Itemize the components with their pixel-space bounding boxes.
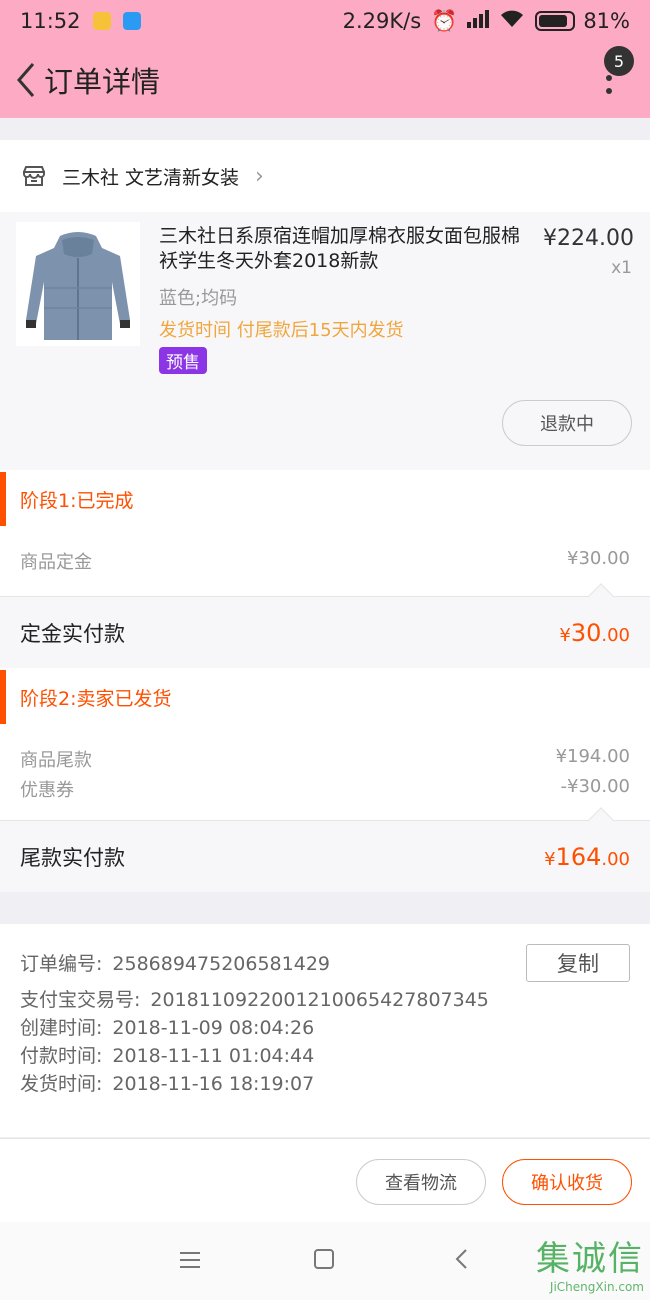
balance-paid-row: 尾款实付款 ¥164.00 — [0, 807, 650, 892]
shipped-time-row: 发货时间: 2018-11-16 18:19:07 — [20, 1070, 630, 1098]
message-badge: 5 — [604, 46, 634, 76]
paid-time-row: 付款时间: 2018-11-11 01:04:44 — [20, 1042, 630, 1070]
deposit-paid-amount: ¥30.00 — [559, 618, 630, 647]
copy-button[interactable]: 复制 — [526, 944, 630, 982]
wifi-icon — [499, 9, 525, 34]
menu-icon[interactable] — [178, 1248, 202, 1276]
stage1-title: 阶段1:已完成 — [0, 470, 650, 528]
qq-icon — [122, 12, 141, 30]
refund-status-button[interactable]: 退款中 — [502, 400, 632, 446]
status-bar: 11:52 2.29K/s ⏰ 81% — [0, 0, 650, 42]
order-info-section: 复制 订单编号: 258689475206581429 支付宝交易号: 2018… — [0, 924, 650, 1137]
created-time: 2018-11-09 08:04:26 — [112, 1017, 315, 1039]
info-key: 创建时间: — [20, 1017, 103, 1039]
status-time: 11:52 — [20, 9, 81, 33]
watermark-url: JiChengXin.com — [549, 1280, 644, 1294]
balance-paid-label: 尾款实付款 — [20, 845, 125, 870]
stage2-row: 商品尾款 ¥194.00 — [0, 746, 650, 772]
weibo-icon — [92, 12, 111, 30]
back-nav-icon[interactable] — [454, 1248, 468, 1276]
confirm-receipt-button[interactable]: 确认收货 — [502, 1159, 632, 1205]
stage2-row: 优惠券 -¥30.00 — [0, 776, 650, 802]
coupon-value: -¥30.00 — [560, 776, 630, 797]
watermark-text: 集诚信 — [536, 1239, 644, 1279]
product-title: 三木社日系原宿连帽加厚棉衣服女面包服棉袄学生冬天外套2018新款 — [159, 225, 521, 272]
network-speed: 2.29K/s — [342, 9, 422, 33]
shop-name: 三木社 文艺清新女装 — [62, 166, 240, 189]
battery-percent: 81% — [583, 9, 630, 33]
chevron-right-icon: › — [255, 163, 264, 189]
shipped-time: 2018-11-16 18:19:07 — [112, 1073, 315, 1095]
product-price: ¥224.00 — [543, 226, 634, 251]
deposit-label: 商品定金 — [20, 552, 92, 573]
battery-icon — [535, 11, 576, 31]
created-time-row: 创建时间: 2018-11-09 08:04:26 — [20, 1014, 630, 1042]
alipay-trade-number: 2018110922001210065427807345 — [150, 989, 489, 1011]
nav-bar: 订单详情 5 — [0, 42, 650, 118]
paid-time: 2018-11-11 01:04:44 — [112, 1045, 315, 1067]
coupon-label: 优惠券 — [20, 780, 74, 801]
stage1-row: 商品定金 ¥30.00 — [0, 548, 650, 574]
back-icon[interactable] — [6, 42, 46, 118]
ship-time-note: 发货时间 付尾款后15天内发货 — [159, 320, 404, 341]
signal-icon — [467, 9, 490, 33]
deposit-paid-row: 定金实付款 ¥30.00 — [0, 583, 650, 668]
product-card[interactable]: 三木社日系原宿连帽加厚棉衣服女面包服棉袄学生冬天外套2018新款 ¥224.00… — [0, 212, 650, 470]
action-bar: 查看物流 确认收货 — [0, 1138, 650, 1222]
alipay-trade-row: 支付宝交易号: 2018110922001210065427807345 — [20, 986, 630, 1014]
info-key: 发货时间: — [20, 1073, 103, 1095]
deposit-value: ¥30.00 — [567, 548, 630, 569]
info-key: 订单编号: — [20, 953, 103, 975]
stage2-title: 阶段2:卖家已发货 — [0, 668, 650, 726]
home-icon[interactable] — [313, 1248, 335, 1276]
product-image — [16, 222, 140, 346]
balance-value: ¥194.00 — [555, 746, 630, 767]
info-key: 付款时间: — [20, 1045, 103, 1067]
balance-paid-amount: ¥164.00 — [544, 842, 630, 871]
page-title: 订单详情 — [44, 65, 161, 99]
product-spec: 蓝色;均码 — [159, 288, 238, 309]
stage2-section: 阶段2:卖家已发货 商品尾款 ¥194.00 优惠券 -¥30.00 — [0, 668, 650, 820]
deposit-paid-label: 定金实付款 — [20, 621, 125, 646]
info-key: 支付宝交易号: — [20, 989, 141, 1011]
stage1-section: 阶段1:已完成 商品定金 ¥30.00 — [0, 470, 650, 596]
alarm-icon: ⏰ — [431, 8, 458, 33]
presale-badge: 预售 — [159, 347, 207, 374]
system-nav-bar: 集诚信 JiChengXin.com — [0, 1222, 650, 1300]
view-logistics-button[interactable]: 查看物流 — [356, 1159, 486, 1205]
store-icon — [23, 166, 45, 186]
shop-row[interactable]: 三木社 文艺清新女装 › — [0, 140, 650, 212]
watermark: 集诚信 JiChengXin.com — [536, 1231, 644, 1294]
product-quantity: x1 — [611, 258, 632, 278]
order-number: 258689475206581429 — [112, 953, 330, 975]
balance-label: 商品尾款 — [20, 750, 92, 771]
